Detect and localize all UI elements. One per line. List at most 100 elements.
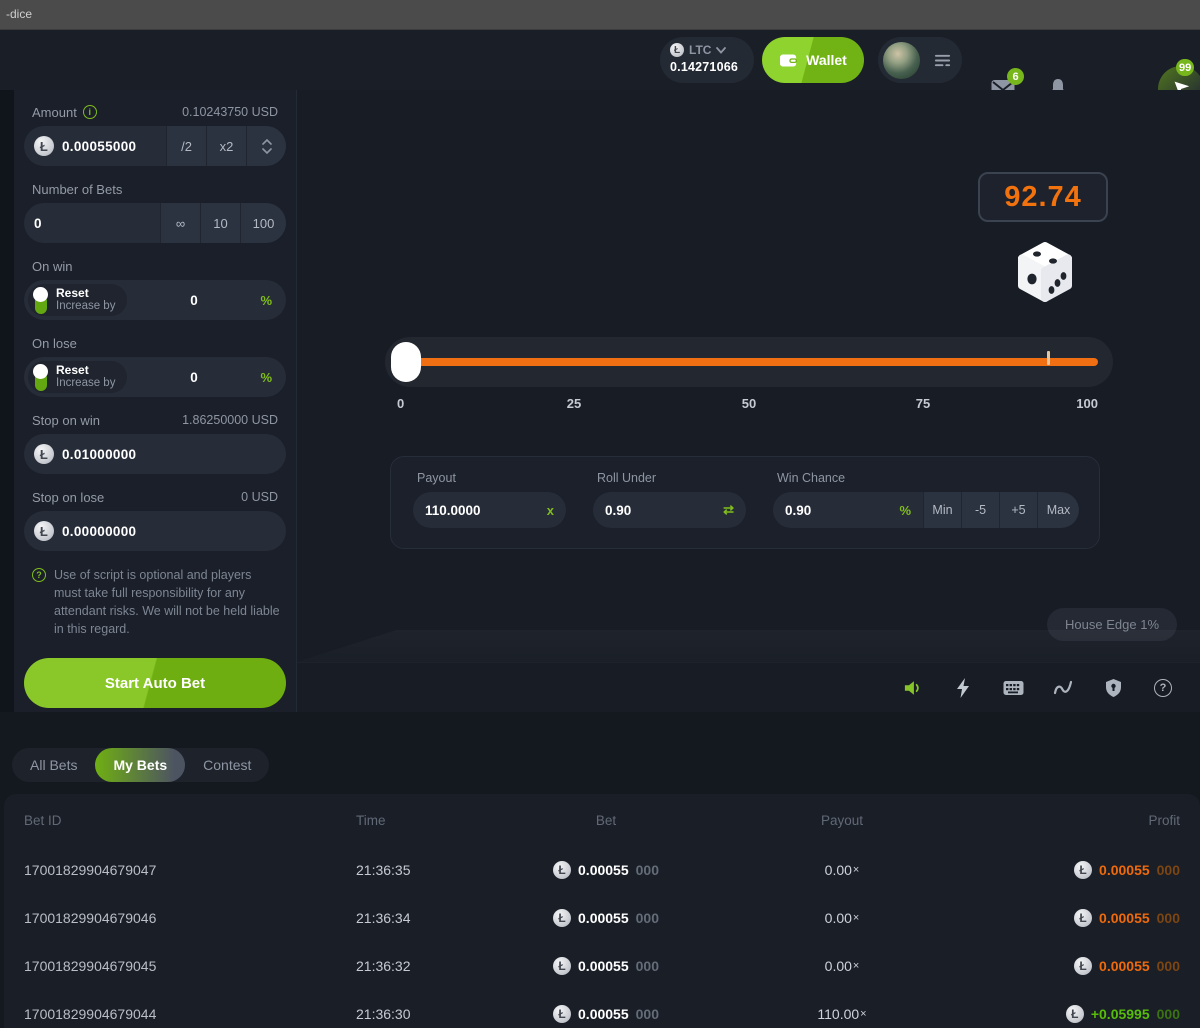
- question-icon: ?: [32, 568, 46, 582]
- col-time: Time: [356, 813, 536, 828]
- bet-id: 17001829904679047: [24, 862, 356, 878]
- user-menu[interactable]: [878, 37, 962, 83]
- result-marker: [1047, 351, 1050, 365]
- bet-time: 21:36:35: [356, 862, 536, 878]
- litecoin-icon: Ł: [553, 861, 571, 879]
- litecoin-icon: Ł: [553, 1005, 571, 1023]
- litecoin-icon: Ł: [1074, 957, 1092, 975]
- stop-on-lose-usd: 0 USD: [241, 490, 278, 504]
- litecoin-icon: Ł: [1066, 1005, 1084, 1023]
- max-button[interactable]: Max: [1037, 492, 1079, 528]
- double-button[interactable]: x2: [206, 126, 246, 166]
- roll-under-value[interactable]: 0.90: [605, 503, 723, 518]
- mail-badge: 6: [1007, 68, 1024, 85]
- plus-5-button[interactable]: +5: [999, 492, 1037, 528]
- col-bet-id: Bet ID: [24, 813, 356, 828]
- tick-label: 100: [1076, 396, 1098, 411]
- bet-amount: Ł0.00055000: [553, 861, 659, 879]
- dice-game-panel: 92.74 0 25 50: [297, 90, 1200, 712]
- stop-on-win-value[interactable]: 0.01000000: [62, 447, 136, 462]
- bet-payout: 0.00×: [825, 910, 860, 926]
- quest-badge: 99: [1176, 59, 1194, 76]
- lightning-icon[interactable]: [952, 677, 974, 699]
- half-button[interactable]: /2: [166, 126, 206, 166]
- win-chance-suffix: %: [899, 503, 911, 518]
- roll-result: 92.74: [978, 172, 1108, 222]
- col-profit: Profit: [1148, 813, 1180, 828]
- number-of-bets-value[interactable]: 0: [34, 216, 42, 231]
- on-win-label: On win: [32, 259, 72, 274]
- help-icon[interactable]: ?: [1152, 677, 1174, 699]
- stop-on-win-input[interactable]: Ł 0.01000000: [24, 434, 286, 474]
- stop-on-lose-input[interactable]: Ł 0.00000000: [24, 511, 286, 551]
- on-lose-unit: %: [260, 370, 272, 385]
- roll-under-label: Roll Under: [597, 471, 746, 485]
- table-row[interactable]: 17001829904679046 21:36:34 Ł0.00055000 0…: [4, 894, 1200, 942]
- toggle-reset-label: Reset: [56, 287, 115, 300]
- disclaimer-text: Use of script is optional and players mu…: [54, 566, 280, 638]
- preset-100-button[interactable]: 100: [240, 203, 286, 243]
- tab-contest[interactable]: Contest: [185, 748, 269, 782]
- slider-knob[interactable]: [391, 342, 421, 382]
- col-bet: Bet: [596, 813, 616, 828]
- on-lose-value[interactable]: 0: [127, 370, 260, 385]
- win-chance-value[interactable]: 0.90: [785, 503, 899, 518]
- payout-value[interactable]: 110.0000: [425, 503, 547, 518]
- stop-on-lose-label: Stop on lose: [32, 490, 104, 505]
- infinity-button[interactable]: ∞: [160, 203, 200, 243]
- win-chance-input[interactable]: 0.90 %: [773, 492, 923, 528]
- chevron-up-icon: [262, 139, 272, 145]
- payout-input[interactable]: 110.0000 x: [413, 492, 566, 528]
- amount-value[interactable]: 0.00055000: [62, 139, 136, 154]
- start-auto-bet-button[interactable]: Start Auto Bet: [24, 658, 286, 708]
- keyboard-icon[interactable]: [1002, 677, 1024, 699]
- number-of-bets-label: Number of Bets: [32, 182, 122, 197]
- amount-input[interactable]: Ł 0.00055000 /2 x2: [24, 126, 286, 166]
- bet-profit: Ł+0.05995000: [1066, 1005, 1180, 1023]
- scrollbar-gutter[interactable]: [0, 90, 14, 712]
- win-chance-label: Win Chance: [777, 471, 1079, 485]
- dice-icon: [1014, 240, 1076, 306]
- payout-label: Payout: [417, 471, 566, 485]
- script-disclaimer: ? Use of script is optional and players …: [32, 566, 280, 638]
- fairness-icon[interactable]: [1102, 677, 1124, 699]
- bet-id: 17001829904679044: [24, 1006, 356, 1022]
- menu-icon[interactable]: [934, 51, 951, 70]
- trends-icon[interactable]: [1052, 677, 1074, 699]
- wallet-button[interactable]: Wallet: [762, 37, 864, 83]
- tab-all-bets[interactable]: All Bets: [12, 748, 95, 782]
- table-row[interactable]: 17001829904679045 21:36:32 Ł0.00055000 0…: [4, 942, 1200, 990]
- on-lose-row: Reset Increase by 0 %: [24, 357, 286, 397]
- table-header: Bet ID Time Bet Payout Profit: [4, 794, 1200, 846]
- tab-my-bets[interactable]: My Bets: [95, 748, 185, 782]
- roll-slider[interactable]: [385, 337, 1113, 387]
- slider-fill: [406, 358, 1098, 366]
- stop-on-lose-value[interactable]: 0.00000000: [62, 524, 136, 539]
- minus-5-button[interactable]: -5: [961, 492, 999, 528]
- chevron-down-icon: [716, 47, 726, 54]
- volume-icon[interactable]: [902, 677, 924, 699]
- currency-selector[interactable]: Ł LTC 0.14271066: [660, 37, 754, 83]
- preset-10-button[interactable]: 10: [200, 203, 240, 243]
- litecoin-icon: Ł: [34, 444, 54, 464]
- window-title: -dice: [6, 7, 32, 21]
- amount-stepper[interactable]: [246, 126, 286, 166]
- on-win-toggle[interactable]: Reset Increase by: [28, 284, 127, 316]
- number-of-bets-input[interactable]: 0 ∞ 10 100: [24, 203, 286, 243]
- wallet-label: Wallet: [806, 52, 847, 68]
- swap-icon[interactable]: ⇄: [723, 502, 734, 518]
- litecoin-icon: Ł: [34, 521, 54, 541]
- on-lose-toggle[interactable]: Reset Increase by: [28, 361, 127, 393]
- table-row[interactable]: 17001829904679047 21:36:35 Ł0.00055000 0…: [4, 846, 1200, 894]
- avatar[interactable]: [883, 42, 920, 79]
- bet-id: 17001829904679045: [24, 958, 356, 974]
- on-win-value[interactable]: 0: [127, 293, 260, 308]
- roll-under-input[interactable]: 0.90 ⇄: [593, 492, 746, 528]
- info-icon[interactable]: i: [83, 105, 97, 119]
- min-button[interactable]: Min: [923, 492, 961, 528]
- bets-table: Bet ID Time Bet Payout Profit 1700182990…: [4, 794, 1200, 1028]
- bets-tabs: All Bets My Bets Contest: [12, 748, 269, 782]
- table-row[interactable]: 17001829904679044 21:36:30 Ł0.00055000 1…: [4, 990, 1200, 1028]
- on-win-unit: %: [260, 293, 272, 308]
- litecoin-icon: Ł: [1074, 861, 1092, 879]
